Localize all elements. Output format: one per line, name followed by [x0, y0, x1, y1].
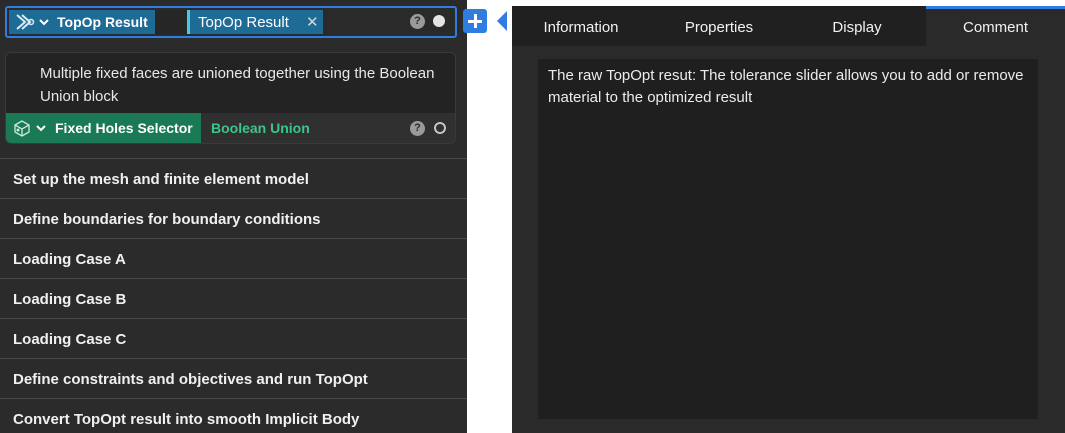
group-label: Set up the mesh and finite element model — [13, 171, 309, 188]
status-ring-icon[interactable] — [434, 122, 446, 134]
status-dot-icon[interactable] — [433, 15, 445, 27]
topop-result-block[interactable]: TopOp Result TopOp Result ✕ ? — [5, 6, 457, 38]
input-chip-label: TopOp Result — [198, 14, 289, 31]
group-row[interactable]: Loading Case A — [0, 238, 467, 278]
block-title: TopOp Result — [57, 14, 148, 30]
tab-information[interactable]: Information — [512, 6, 650, 46]
comment-textarea[interactable]: The raw TopOpt resut: The tolerance slid… — [538, 59, 1038, 419]
collapse-panel-icon[interactable] — [497, 11, 507, 31]
plus-icon-bar — [468, 20, 482, 23]
tab-display[interactable]: Display — [788, 6, 926, 46]
comment-text: The raw TopOpt resut: The tolerance slid… — [548, 67, 1024, 106]
chevron-down-icon[interactable] — [38, 16, 50, 28]
group-label: Loading Case A — [13, 251, 126, 268]
inspector-tabs: Information Properties Display Comment — [512, 6, 1065, 46]
block-bar: Fixed Holes Selector Boolean Union ? — [6, 113, 455, 143]
help-icon[interactable]: ? — [410, 14, 425, 29]
face-selector-icon — [14, 120, 30, 137]
group-row[interactable]: Convert TopOpt result into smooth Implic… — [0, 398, 467, 433]
group-label: Convert TopOpt result into smooth Implic… — [13, 411, 360, 428]
block-comment: Multiple fixed faces are unioned togethe… — [40, 65, 435, 105]
add-block-button[interactable] — [463, 9, 487, 33]
block-title-box[interactable]: Fixed Holes Selector — [6, 113, 201, 143]
tab-properties[interactable]: Properties — [650, 6, 788, 46]
chevron-down-icon[interactable] — [35, 122, 47, 134]
group-label: Loading Case B — [13, 291, 127, 308]
boolean-union-link[interactable]: Boolean Union — [211, 120, 310, 136]
input-chip[interactable]: TopOp Result ✕ — [187, 10, 323, 34]
group-row[interactable]: Loading Case B — [0, 278, 467, 318]
group-label: Define constraints and objectives and ru… — [13, 371, 368, 388]
block-title: Fixed Holes Selector — [55, 120, 193, 136]
group-row[interactable]: Define boundaries for boundary condition… — [0, 198, 467, 238]
group-row[interactable]: Define constraints and objectives and ru… — [0, 358, 467, 398]
group-label: Define boundaries for boundary condition… — [13, 211, 321, 228]
help-icon[interactable]: ? — [410, 121, 425, 136]
topop-block-icon — [16, 14, 35, 30]
block-panel: TopOp Result TopOp Result ✕ ? Multiple f… — [0, 0, 467, 433]
group-row[interactable]: Loading Case C — [0, 318, 467, 358]
block-title-box[interactable]: TopOp Result — [9, 10, 155, 34]
close-icon[interactable]: ✕ — [306, 13, 319, 31]
input-port-gap — [155, 10, 187, 34]
inspector-panel: Information Properties Display Comment T… — [512, 6, 1065, 433]
tab-comment[interactable]: Comment — [926, 6, 1065, 46]
group-list: Set up the mesh and finite element model… — [0, 158, 467, 433]
fixed-holes-block[interactable]: Multiple fixed faces are unioned togethe… — [5, 52, 456, 144]
group-label: Loading Case C — [13, 331, 127, 348]
group-row[interactable]: Set up the mesh and finite element model — [0, 158, 467, 198]
